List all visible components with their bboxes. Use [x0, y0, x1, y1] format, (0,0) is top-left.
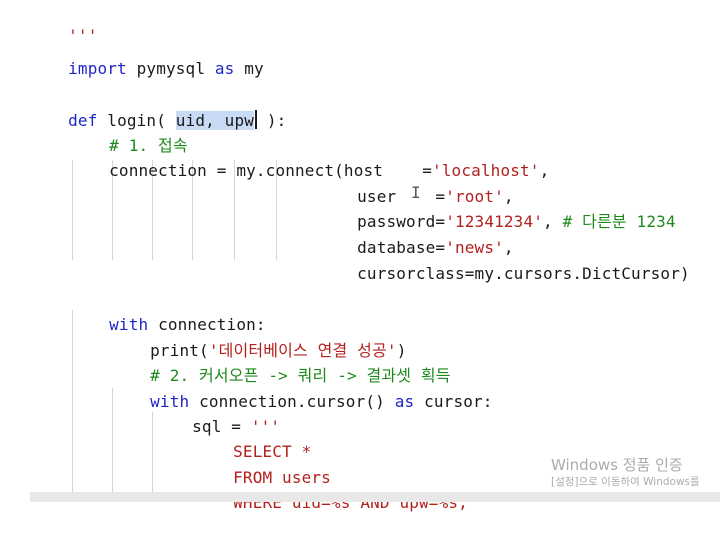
code-keyword: as — [394, 392, 415, 411]
code-line: def login( uid, upw ): — [29, 83, 286, 130]
code-text: my — [234, 59, 264, 78]
code-text: , — [539, 161, 550, 180]
code-line: SELECT * — [194, 414, 311, 461]
ibeam-cursor-icon: I — [411, 183, 421, 202]
code-keyword: import — [68, 59, 127, 78]
code-line: import pymysql as my — [29, 31, 264, 78]
code-line: print('데이터베이스 연결 성공') — [111, 313, 406, 360]
code-line: # 1. 접속 — [70, 108, 188, 155]
code-line: user ='root', — [318, 159, 514, 206]
watermark-title: Windows 정품 인증 — [551, 456, 683, 474]
code-text: pymysql — [126, 59, 215, 78]
code-line: database='news', — [318, 210, 514, 257]
code-line: password='12341234', # 다른분 1234 — [318, 184, 676, 231]
code-line: with connection: — [70, 287, 266, 334]
horizontal-scrollbar[interactable] — [30, 492, 720, 502]
code-line: with connection.cursor() as cursor: — [111, 364, 493, 411]
code-keyword: as — [214, 59, 235, 78]
code-line: ''' — [29, 0, 98, 45]
code-comment: # 다른분 1234 — [562, 212, 676, 231]
windows-activation-watermark: Windows 정품 인증 [설정]으로 이동하여 Windows를 — [551, 455, 700, 490]
code-line: # 2. 커서오픈 -> 쿼리 -> 결과셋 획득 — [111, 338, 451, 385]
code-line: WHERE uid=%s AND upw=%s; — [194, 465, 468, 512]
code-line: FROM users — [194, 440, 331, 487]
watermark-subtitle: [설정]으로 이동하여 Windows를 — [551, 476, 700, 488]
code-line: connection = my.connect(host ='localhost… — [70, 133, 549, 180]
code-text: cursorclass=my.cursors.DictCursor) — [357, 264, 690, 283]
code-line: sql = ''' — [153, 389, 280, 436]
code-text: ): — [257, 111, 287, 130]
code-line: cursorclass=my.cursors.DictCursor) — [318, 236, 690, 283]
code-text: cursor: — [414, 392, 493, 411]
code-text: , — [543, 212, 563, 231]
code-editor[interactable]: ''' import pymysql as my def login( uid,… — [0, 0, 720, 512]
